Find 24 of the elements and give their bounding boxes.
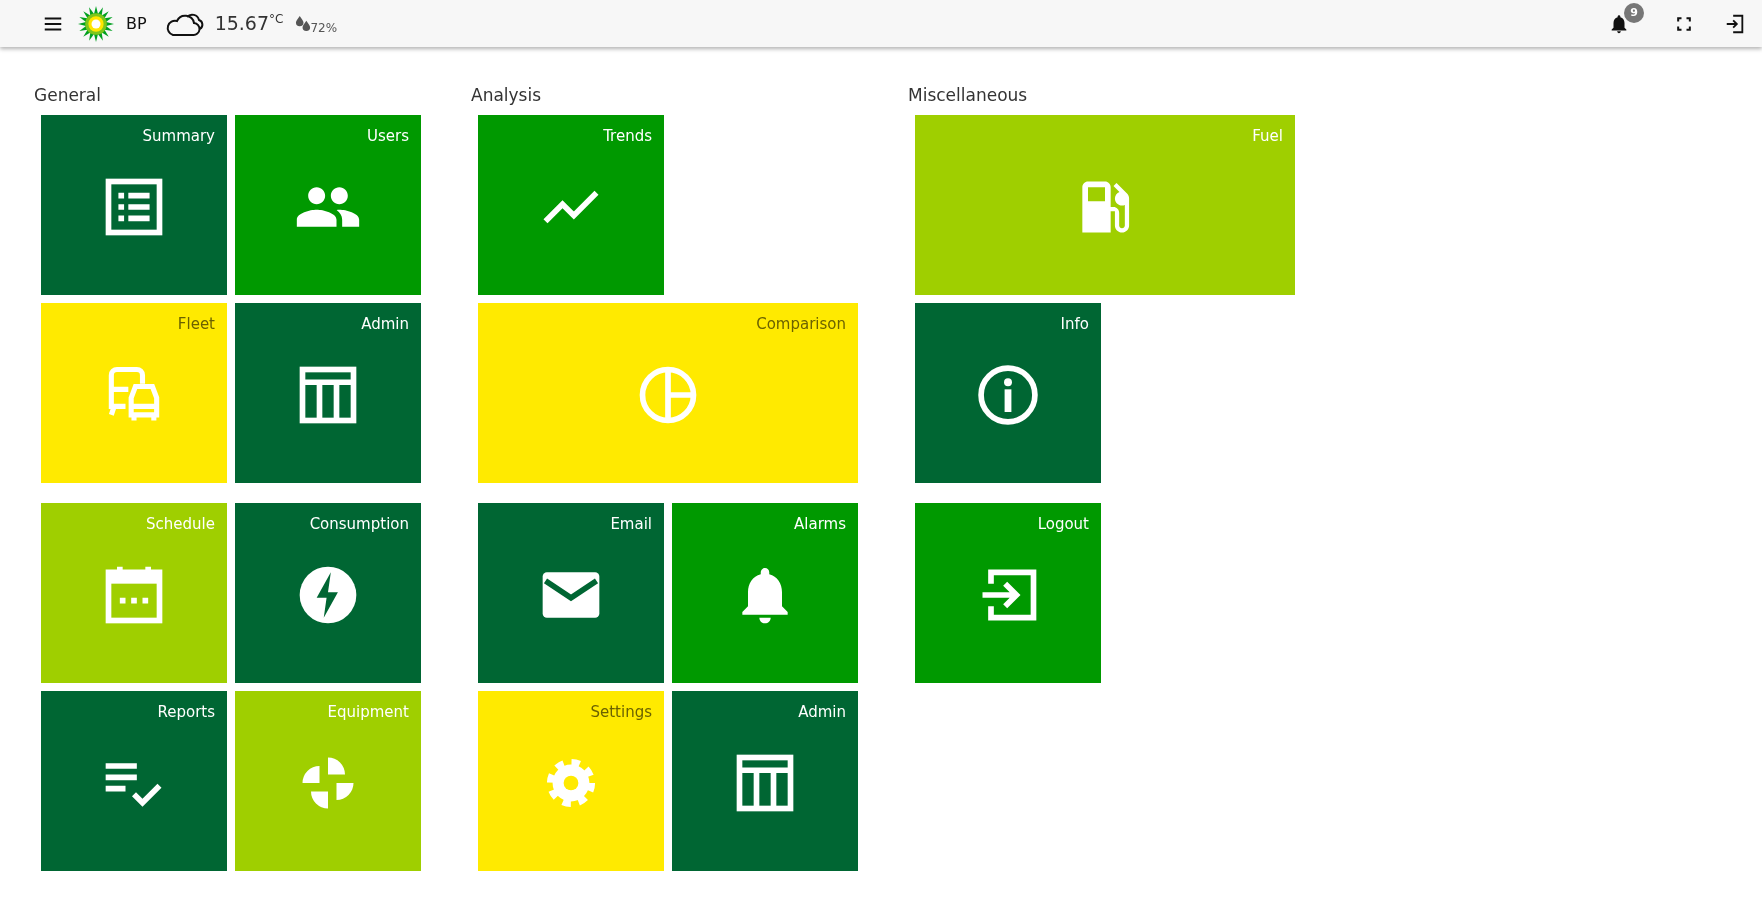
humidity-reading: 72% [310, 20, 338, 35]
menu-tile[interactable]: Logout [915, 503, 1101, 683]
section-title: General [34, 85, 102, 105]
menu-tile[interactable]: Admin [672, 691, 858, 871]
menu-tile[interactable]: Users [235, 115, 421, 295]
sunflower-logo-icon [78, 5, 114, 42]
menu-tile[interactable]: Info [915, 303, 1101, 483]
menu-tile[interactable]: Comparison [478, 303, 858, 483]
menu-tile[interactable]: Summary [41, 115, 227, 295]
water-drops-icon [295, 15, 313, 32]
section-title: Miscellaneous [908, 85, 1029, 105]
menu-tile[interactable]: Fleet [41, 303, 227, 483]
menu-tile[interactable]: Settings [478, 691, 664, 871]
brand-name: BP [126, 14, 147, 33]
login-icon[interactable] [1724, 12, 1746, 35]
section-title: Analysis [471, 85, 543, 105]
menu-tile[interactable]: Admin [235, 303, 421, 483]
notification-count: 9 [1624, 2, 1644, 23]
menu-tile[interactable]: Email [478, 503, 664, 683]
menu-tile[interactable]: Consumption [235, 503, 421, 683]
menu-tile[interactable]: Alarms [672, 503, 858, 683]
menu-tile[interactable]: Reports [41, 691, 227, 871]
menu-tile[interactable]: Trends [478, 115, 664, 295]
temperature-reading: 15.67$^{°C}$ [214, 12, 284, 35]
